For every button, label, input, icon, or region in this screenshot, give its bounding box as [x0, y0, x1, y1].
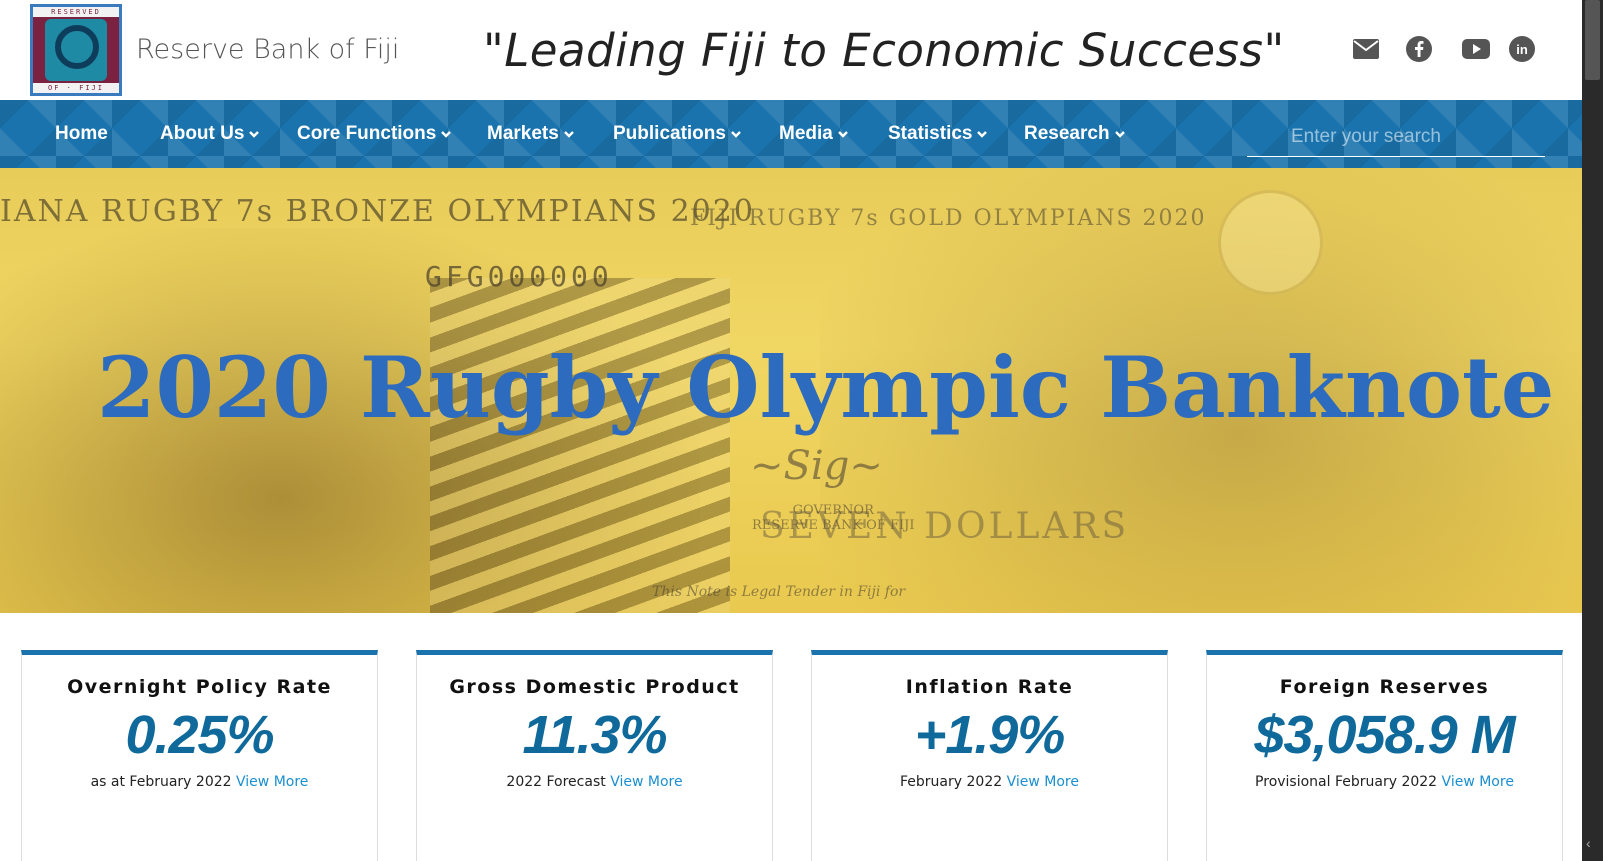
stat-note: as at February 2022 View More — [22, 774, 377, 790]
stat-title: Overnight Policy Rate — [67, 676, 332, 698]
stat-note-text: February 2022 — [900, 774, 1003, 790]
view-more-link[interactable]: View More — [1442, 774, 1514, 790]
logo-ring — [55, 25, 99, 69]
stat-title: Gross Domestic Product — [449, 676, 740, 698]
nav-label: Home — [55, 123, 108, 144]
search-box — [1247, 117, 1545, 157]
stat-note: 2022 Forecast View More — [417, 774, 772, 790]
stat-title: Foreign Reserves — [1279, 676, 1490, 698]
chevron-down-icon — [1114, 131, 1125, 138]
nav-label: Research — [1024, 123, 1110, 144]
stat-card-foreign-reserves: Foreign Reserves $3,058.9 M Provisional … — [1206, 650, 1563, 861]
chevron-down-icon — [977, 131, 988, 138]
banknote-legal-text: This Note is Legal Tender in Fiji for — [652, 584, 906, 600]
banknote-banner-right: FIJI RUGBY 7s GOLD OLYMPIANS 2020 — [690, 206, 1207, 231]
stat-note: February 2022 View More — [812, 774, 1167, 790]
bank-name[interactable]: Reserve Bank of Fiji — [136, 34, 399, 65]
stat-card-policy-rate: Overnight Policy Rate 0.25% as at Februa… — [21, 650, 378, 861]
nav-item-media[interactable]: Media — [779, 123, 849, 145]
nav-label: Core Functions — [297, 123, 437, 144]
banknote-serial: GFG000000 — [425, 260, 613, 293]
chevron-down-icon — [441, 131, 452, 138]
chevron-down-icon — [731, 131, 741, 138]
gold-seal-icon — [1218, 190, 1323, 295]
nav-item-core-functions[interactable]: Core Functions — [297, 123, 452, 145]
stat-note-text: 2022 Forecast — [506, 774, 606, 790]
banknote-banner-left: IANA RUGBY 7s BRONZE OLYMPIANS 2020 — [0, 194, 755, 229]
logo-band-bottom: OF · FIJI — [33, 83, 119, 93]
hero-banner[interactable]: IANA RUGBY 7s BRONZE OLYMPIANS 2020 FIJI… — [0, 168, 1582, 613]
stat-value: 11.3% — [522, 705, 667, 765]
chevron-left-icon[interactable]: ‹ — [1586, 835, 1591, 851]
nav-label: Media — [779, 123, 833, 144]
stat-note: Provisional February 2022 View More — [1207, 774, 1562, 790]
rbf-logo[interactable]: RESERVED OF · FIJI — [30, 4, 122, 96]
nav-label: About Us — [160, 123, 245, 144]
youtube-icon[interactable] — [1462, 36, 1490, 62]
logo-band-top: RESERVED — [33, 7, 119, 17]
linkedin-icon[interactable]: in — [1509, 36, 1535, 62]
nav-label: Statistics — [888, 123, 973, 144]
site-header: RESERVED OF · FIJI Reserve Bank of Fiji … — [0, 0, 1582, 100]
scrollbar-thumb[interactable] — [1585, 0, 1600, 80]
tagline: "Leading Fiji to Economic Success" — [483, 24, 1285, 77]
nav-item-statistics[interactable]: Statistics — [888, 123, 988, 145]
banknote-denomination: SEVEN DOLLARS — [760, 506, 1130, 547]
search-input[interactable] — [1247, 117, 1545, 156]
hero-jersey-pattern — [430, 278, 730, 613]
stat-card-gdp: Gross Domestic Product 11.3% 2022 Foreca… — [416, 650, 773, 861]
nav-item-about-us[interactable]: About Us — [160, 123, 260, 145]
nav-item-publications[interactable]: Publications — [613, 123, 742, 145]
nav-item-markets[interactable]: Markets — [487, 123, 575, 145]
facebook-icon[interactable] — [1406, 36, 1432, 62]
view-more-link[interactable]: View More — [1007, 774, 1079, 790]
chevron-down-icon — [249, 131, 260, 138]
stat-value: +1.9% — [914, 705, 1066, 765]
view-more-link[interactable]: View More — [236, 774, 308, 790]
stat-note-text: as at February 2022 — [90, 774, 232, 790]
stat-note-text: Provisional February 2022 — [1255, 774, 1438, 790]
page-scrollbar[interactable]: ‹ — [1582, 0, 1603, 861]
nav-item-research[interactable]: Research — [1024, 123, 1126, 145]
governor-signature: ~Sig~ — [750, 443, 883, 489]
svg-text:in: in — [1516, 42, 1528, 57]
chevron-down-icon — [838, 131, 848, 138]
page: RESERVED OF · FIJI Reserve Bank of Fiji … — [0, 0, 1603, 861]
stat-value: 0.25% — [125, 705, 274, 765]
nav-label: Publications — [613, 123, 726, 144]
stat-title: Inflation Rate — [905, 676, 1074, 698]
stat-card-inflation: Inflation Rate +1.9% February 2022 View … — [811, 650, 1168, 861]
chevron-down-icon — [563, 131, 574, 138]
stat-value: $3,058.9 M — [1254, 705, 1515, 765]
hero-title: 2020 Rugby Olympic Banknote — [97, 338, 1555, 437]
email-icon[interactable] — [1353, 36, 1379, 62]
nav-label: Markets — [487, 123, 559, 144]
view-more-link[interactable]: View More — [610, 774, 682, 790]
nav-item-home[interactable]: Home — [55, 123, 108, 145]
